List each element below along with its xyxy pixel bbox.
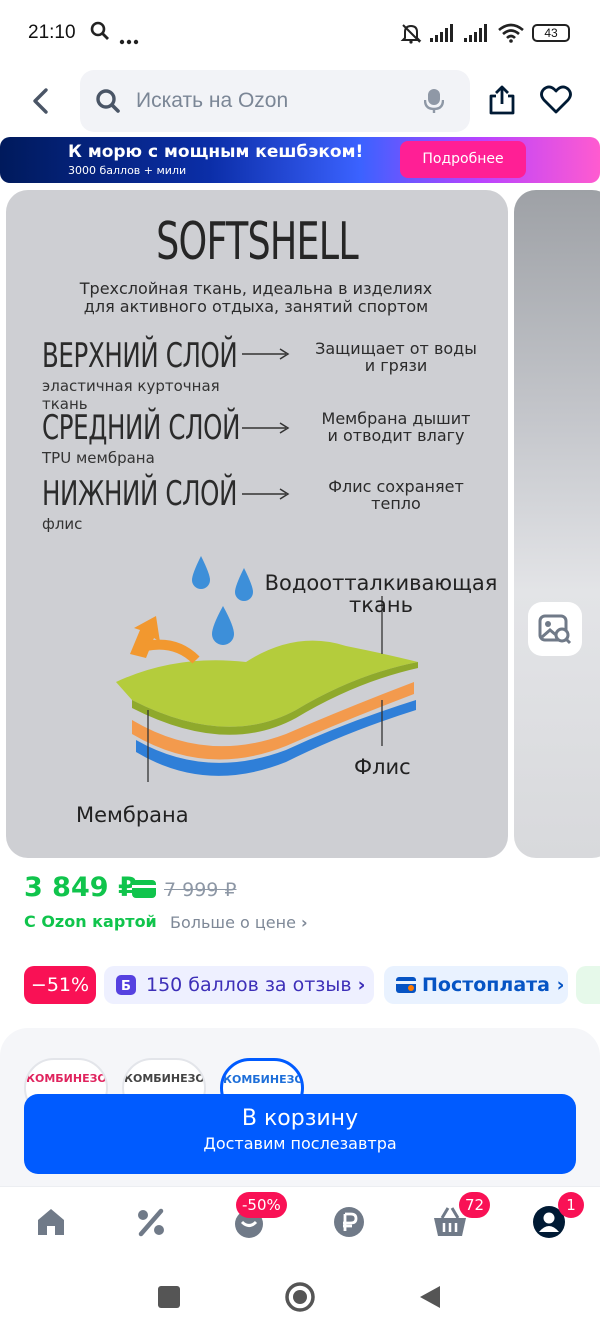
more-dots-icon [119,30,139,49]
layer-effect-line: Мембрана дышит [321,409,471,428]
price-details-label: Больше о цене [170,913,296,932]
badges-row[interactable]: −51% Б 150 баллов за отзыв › Постоплата … [24,966,600,1004]
add-to-cart-button[interactable]: В корзину Доставим послезавтра [24,1094,576,1174]
home-button-icon[interactable] [284,1281,316,1313]
nav-home[interactable] [34,1205,70,1241]
ozon-card-icon [132,880,156,898]
postpay-badge[interactable]: Постоплата › [384,966,568,1004]
bonus-b-icon: Б [116,975,136,995]
review-bonus-label: 150 баллов за отзыв [146,974,352,996]
fresh-discount-badge: -50% [236,1192,287,1218]
nav-finance[interactable] [332,1205,368,1241]
search-status-icon [90,20,110,46]
layer-name: ВЕРХНИЙ СЛОЙ [42,336,238,376]
next-product-image[interactable] [514,190,600,858]
review-bonus-badge[interactable]: Б 150 баллов за отзыв › [104,966,374,1004]
layer-effect: Защищает от воды и грязи [296,340,496,374]
layer-effect: Флис сохраняет тепло [296,478,496,512]
status-bar: 21:10 43 [0,0,600,66]
back-button[interactable] [26,84,58,118]
nav-sales[interactable] [134,1205,170,1241]
label-fleece: Флис [354,755,411,779]
system-navigation-bar [0,1264,600,1332]
image-search-icon [538,614,572,645]
chevron-right-icon: › [556,974,565,996]
label-line: Водоотталкивающая [264,571,498,595]
chevron-right-icon: › [301,913,308,932]
promo-banner[interactable]: К морю с мощным кешбэком! 3000 баллов + … [0,137,600,183]
label-water-repellent: Водоотталкивающая ткань [264,572,498,616]
layer-effect-line: и отводит влагу [327,426,465,445]
arrow-right-icon [242,348,290,360]
layer-effect-line: Флис сохраняет [328,477,464,496]
layer-desc: TPU мембрана [42,449,155,467]
arrow-right-icon [242,422,290,434]
cart-count-badge: 72 [459,1192,491,1218]
visual-search-button[interactable] [528,602,582,656]
discount-badge: −51% [24,966,96,1004]
label-membrane: Мембрана [76,803,189,827]
chevron-right-icon: › [357,974,366,996]
percent-icon [138,1208,164,1237]
product-gallery[interactable]: SOFTSHELL Трехслойная ткань, идеальна в … [0,190,600,858]
search-bar[interactable] [80,70,470,132]
search-input[interactable] [136,80,416,122]
more-badge[interactable] [576,966,600,1004]
home-icon [38,1209,64,1235]
heart-icon [540,85,572,114]
layer-name: СРЕДНИЙ СЛОЙ [42,408,241,448]
profile-notification-badge: 1 [558,1192,584,1218]
recent-apps-icon[interactable] [158,1286,180,1308]
price-block: 3 849 ₽ 7 999 ₽ С Ozon картой Больше о ц… [24,872,584,942]
bottom-navigation: -50% 72 1 [0,1186,600,1258]
share-button[interactable] [488,84,516,120]
layer-desc: эластичная курточная [42,377,220,395]
postpay-label: Постоплата [422,974,550,996]
old-price: 7 999 ₽ [164,879,237,901]
add-to-cart-label: В корзину [241,1106,359,1131]
layer-effect-line: и грязи [364,356,428,375]
layer-name: НИЖНИЙ СЛОЙ [42,474,238,514]
image-subtitle-line: для активного отдыха, занятий спортом [83,297,429,316]
status-time: 21:10 [28,22,76,43]
image-title: SOFTSHELL [156,212,359,272]
promo-subtitle: 3000 баллов + мили [68,164,187,177]
current-price: 3 849 ₽ [24,872,137,903]
microphone-icon[interactable] [424,88,444,114]
product-image[interactable]: SOFTSHELL Трехслойная ткань, идеальна в … [6,190,508,858]
chevron-left-icon [33,88,48,114]
signal-icon-2 [464,24,487,42]
ozon-card-price-label: С Ozon картой [24,912,157,931]
battery-icon: 43 [532,24,570,42]
variant-label: КОМБИНЕЗОН [223,1073,304,1086]
signal-icon [430,24,453,42]
variant-label: КОМБИНЕЗОН [26,1072,108,1085]
ruble-icon [334,1207,364,1237]
delivery-label: Доставим послезавтра [203,1134,397,1153]
back-triangle-icon[interactable] [418,1284,442,1310]
top-bar [0,70,600,132]
layer-effect-line: Защищает от воды [315,339,477,358]
image-subtitle: Трехслойная ткань, идеальна в изделиях д… [46,280,466,316]
price-details-link[interactable]: Больше о цене › [170,913,308,932]
promo-title: К морю с мощным кешбэком! [68,142,364,162]
postpay-card-icon [396,977,416,993]
label-line: ткань [349,593,413,617]
arrow-right-icon [242,488,290,500]
share-icon [489,85,515,115]
image-subtitle-line: Трехслойная ткань, идеальна в изделиях [79,279,433,298]
layer-middle: СРЕДНИЙ СЛОЙ TPU мембрана [42,408,317,466]
layer-effect: Мембрана дышит и отводит влагу [296,410,496,444]
layer-desc: флис [42,515,83,533]
variant-label: КОМБИНЕЗОН [124,1072,206,1085]
svg-text:Б: Б [121,979,131,994]
layer-bottom: НИЖНИЙ СЛОЙ флис [42,474,313,532]
wifi-icon [498,23,524,43]
promo-details-button[interactable]: Подробнее [400,141,526,178]
search-icon [96,89,120,113]
layer-effect-line: тепло [371,494,421,513]
mute-bell-icon [400,24,422,44]
favorite-button[interactable] [540,85,572,119]
